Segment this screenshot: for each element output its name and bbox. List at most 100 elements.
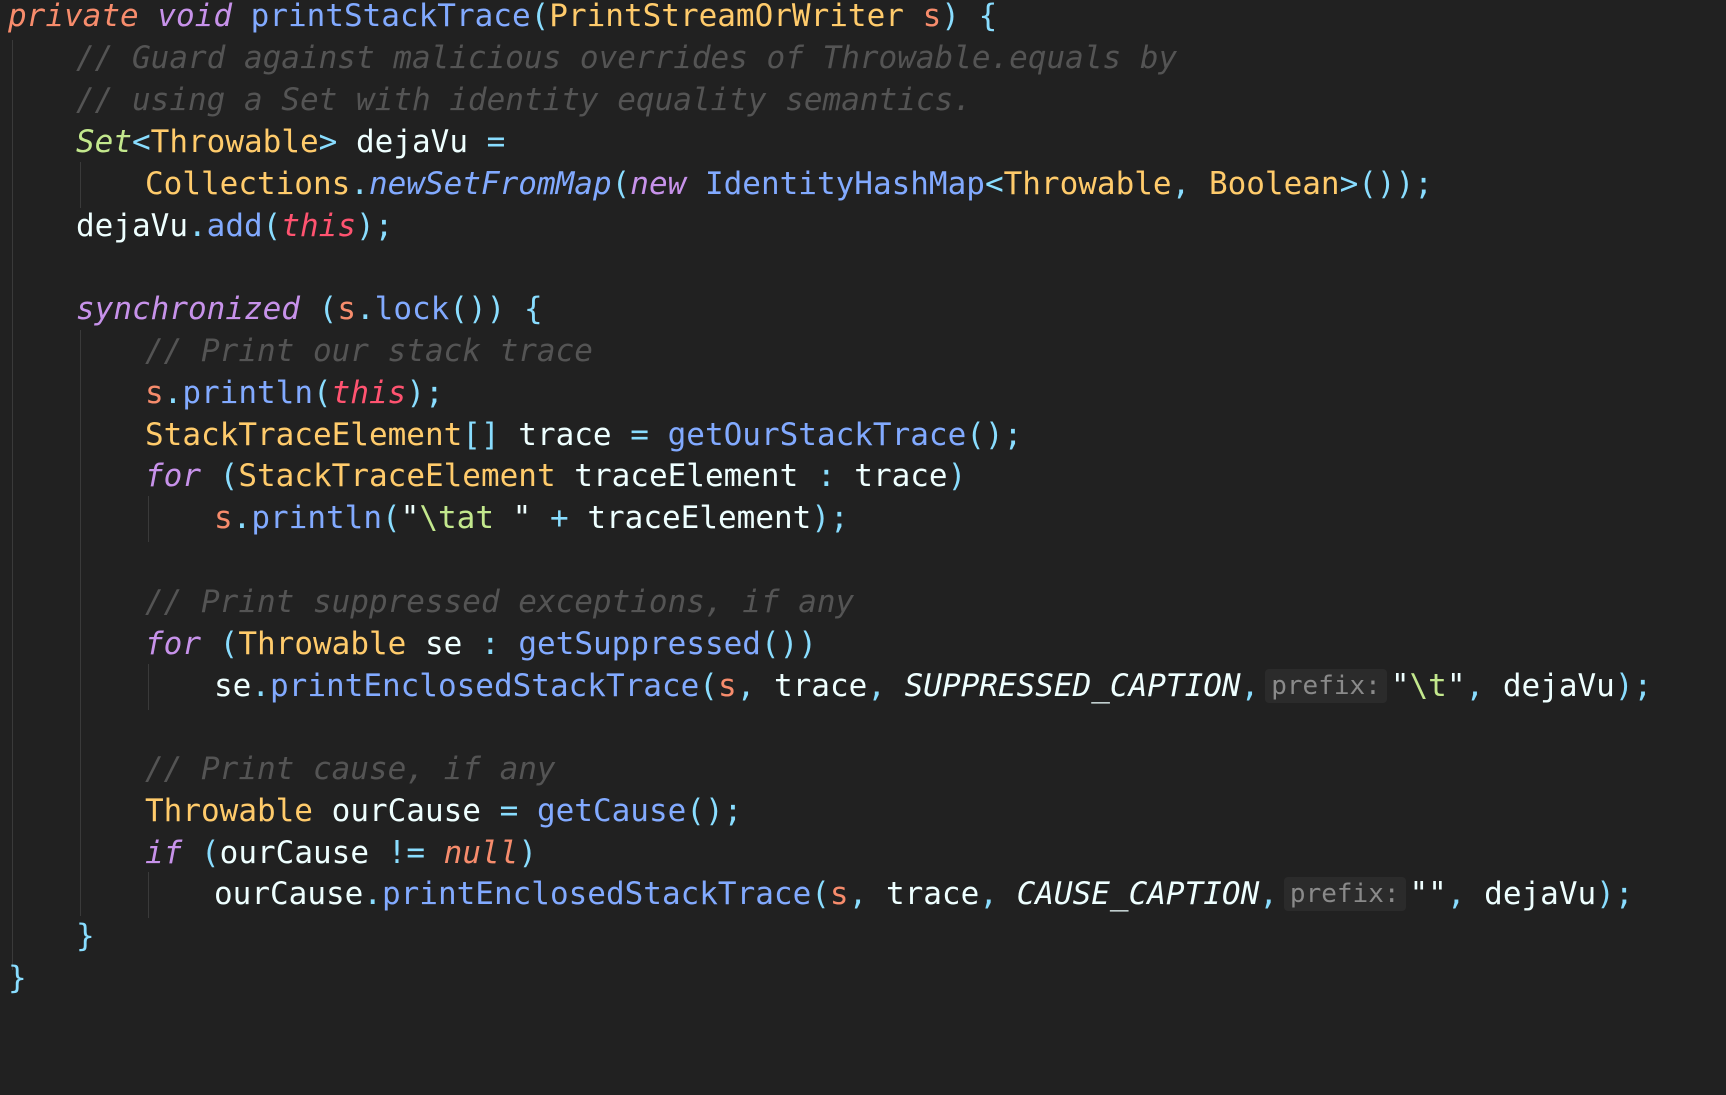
code-line[interactable]: Set<Throwable> dejaVu = bbox=[76, 119, 505, 165]
code-token: ( bbox=[318, 291, 338, 327]
code-token: private bbox=[8, 0, 139, 34]
code-token: ourCause bbox=[219, 835, 369, 871]
code-token: ( bbox=[530, 0, 550, 34]
code-line[interactable]: // Print cause, if any bbox=[145, 746, 556, 792]
code-token: (); bbox=[686, 793, 743, 829]
code-token: lock bbox=[374, 291, 450, 327]
code-area[interactable]: private void printStackTrace(PrintStream… bbox=[8, 0, 1726, 1095]
code-token: s bbox=[829, 876, 849, 912]
code-token: SUPPRESSED_CAPTION bbox=[904, 668, 1241, 704]
code-token: StackTraceElement bbox=[238, 458, 556, 494]
code-line[interactable]: dejaVu.add(this); bbox=[76, 203, 393, 249]
code-token: ourCause bbox=[214, 876, 364, 912]
code-token: , bbox=[736, 668, 756, 704]
code-token: ); bbox=[355, 208, 394, 244]
code-line[interactable]: s.println("\tat " + traceElement); bbox=[214, 495, 849, 541]
code-line[interactable]: } bbox=[8, 955, 27, 1001]
code-editor[interactable]: private void printStackTrace(PrintStream… bbox=[0, 0, 1726, 1095]
code-token: ( bbox=[699, 668, 718, 704]
code-line[interactable]: ourCause.printEnclosedStackTrace(s, trac… bbox=[214, 871, 1633, 917]
code-token: } bbox=[76, 918, 95, 954]
code-token: Throwable bbox=[145, 793, 313, 829]
code-token: [] bbox=[462, 417, 500, 453]
code-token: traceElement bbox=[587, 500, 812, 536]
code-token: for bbox=[145, 458, 201, 494]
code-token: " bbox=[512, 500, 532, 536]
code-token: CAUSE_CAPTION bbox=[1016, 876, 1260, 912]
code-token: , bbox=[1259, 876, 1278, 912]
code-token: ()) bbox=[449, 291, 506, 327]
code-line[interactable]: if (ourCause != null) bbox=[145, 830, 537, 876]
code-token: Throwable bbox=[238, 626, 407, 662]
code-token: printEnclosedStackTrace bbox=[270, 668, 700, 704]
code-token: getCause bbox=[536, 793, 687, 829]
code-line[interactable]: // using a Set with identity equality se… bbox=[76, 77, 972, 123]
code-line[interactable]: } bbox=[76, 913, 95, 959]
code-line[interactable]: // Print our stack trace bbox=[145, 328, 593, 374]
code-token: < bbox=[984, 166, 1004, 202]
code-token: printStackTrace bbox=[250, 0, 531, 34]
code-token: this bbox=[331, 375, 407, 411]
code-token: " bbox=[400, 500, 420, 536]
code-line[interactable]: // Guard against malicious overrides of … bbox=[76, 35, 1177, 81]
code-token: IdentityHashMap bbox=[704, 166, 985, 202]
code-token: trace bbox=[518, 417, 612, 453]
code-token: s bbox=[717, 668, 737, 704]
code-token: ()); bbox=[1358, 166, 1433, 202]
code-token: s bbox=[922, 0, 942, 34]
code-token: s bbox=[214, 500, 233, 536]
code-line[interactable]: StackTraceElement[] trace = getOurStackT… bbox=[145, 412, 1022, 458]
code-token: if bbox=[145, 835, 183, 871]
code-token: { bbox=[523, 291, 543, 327]
code-token: ); bbox=[406, 375, 444, 411]
parameter-hint: prefix: bbox=[1283, 877, 1406, 911]
code-line[interactable]: for (Throwable se : getSuppressed()) bbox=[145, 621, 817, 667]
code-line[interactable]: se.printEnclosedStackTrace(s, trace, SUP… bbox=[214, 663, 1652, 709]
code-token: = bbox=[499, 793, 519, 829]
code-token: this bbox=[281, 208, 356, 244]
code-token: println bbox=[182, 375, 313, 411]
code-token: ( bbox=[262, 208, 282, 244]
code-token: . bbox=[187, 208, 207, 244]
code-token: = bbox=[630, 417, 649, 453]
code-token: > bbox=[318, 124, 338, 160]
code-token: . bbox=[355, 291, 375, 327]
code-line[interactable]: // Print suppressed exceptions, if any bbox=[145, 579, 854, 625]
code-token: s bbox=[145, 375, 164, 411]
code-token: se bbox=[425, 626, 463, 662]
code-token: ( bbox=[382, 500, 401, 536]
code-line[interactable]: Collections.newSetFromMap(new IdentityHa… bbox=[145, 161, 1433, 207]
code-token: ( bbox=[219, 626, 239, 662]
code-token: Boolean bbox=[1208, 166, 1340, 202]
code-token: new bbox=[630, 166, 687, 202]
code-token: StackTraceElement bbox=[145, 417, 463, 453]
code-token: : bbox=[481, 626, 500, 662]
code-line[interactable]: synchronized (s.lock()) { bbox=[76, 286, 543, 332]
code-token: printEnclosedStackTrace bbox=[381, 876, 812, 912]
code-token: newSetFromMap bbox=[368, 166, 612, 202]
code-line[interactable]: Throwable ourCause = getCause(); bbox=[145, 788, 742, 834]
code-line[interactable]: private void printStackTrace(PrintStream… bbox=[8, 0, 997, 39]
code-token: = bbox=[486, 124, 506, 160]
code-token: getSuppressed bbox=[518, 626, 761, 662]
code-token: . bbox=[350, 166, 369, 202]
code-token: dejaVu bbox=[356, 124, 468, 160]
code-token: dejaVu bbox=[76, 208, 188, 244]
code-line[interactable]: s.println(this); bbox=[145, 370, 444, 416]
code-token: . bbox=[163, 375, 183, 411]
code-token: , bbox=[867, 668, 886, 704]
code-token: dejaVu bbox=[1502, 668, 1615, 704]
code-line[interactable]: for (StackTraceElement traceElement : tr… bbox=[145, 453, 966, 499]
code-token: ( bbox=[219, 458, 239, 494]
